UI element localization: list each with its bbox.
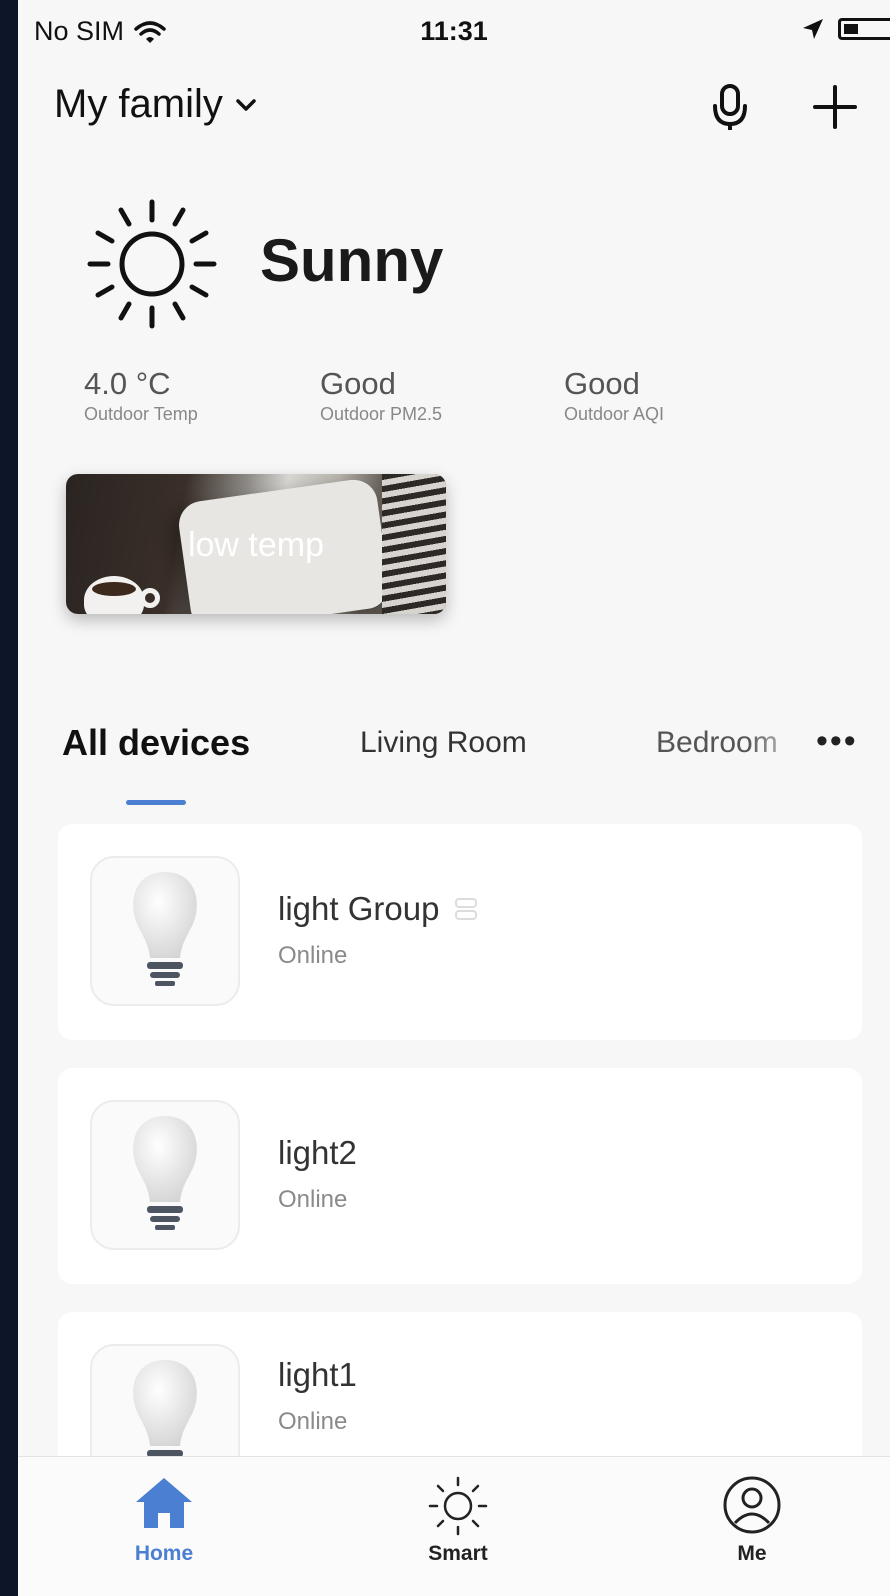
device-name: light1 bbox=[278, 1356, 357, 1393]
stat-value: Good bbox=[320, 366, 396, 401]
nav-smart-label: Smart bbox=[428, 1542, 488, 1565]
status-bar: No SIM 11:31 bbox=[18, 10, 890, 54]
nav-home-label: Home bbox=[134, 1542, 194, 1565]
weather-condition: Sunny bbox=[260, 227, 444, 294]
device-thumbnail bbox=[90, 1100, 240, 1250]
scene-image-cup bbox=[84, 576, 160, 614]
clock: 11:31 bbox=[420, 16, 488, 46]
plus-icon bbox=[813, 85, 857, 129]
profile-icon bbox=[723, 1476, 781, 1534]
light-bulb-icon bbox=[133, 872, 197, 986]
bottom-nav: Home Smart Me bbox=[18, 1456, 890, 1596]
device-thumbnail bbox=[90, 856, 240, 1006]
device-name-row: light Group bbox=[278, 890, 479, 928]
stat-outdoor-temp: 4.0 °C Outdoor Temp bbox=[84, 366, 198, 425]
tab-fade-overlay bbox=[748, 718, 808, 778]
chevron-down-icon bbox=[236, 98, 256, 111]
more-tabs-button[interactable]: ••• bbox=[816, 722, 858, 761]
stat-label: Outdoor Temp bbox=[84, 404, 198, 424]
battery-icon bbox=[838, 18, 890, 40]
device-name: light Group bbox=[278, 890, 440, 927]
nav-me-label: Me bbox=[737, 1542, 767, 1565]
stat-label: Outdoor AQI bbox=[564, 404, 665, 424]
tab-living-room[interactable]: Living Room bbox=[360, 726, 527, 760]
stat-label: Outdoor PM2.5 bbox=[320, 404, 443, 424]
light-bulb-icon bbox=[133, 1116, 197, 1230]
room-tabs: All devices Living Room Bedroom ••• bbox=[18, 718, 890, 808]
status-right bbox=[802, 18, 890, 40]
group-icon bbox=[455, 898, 478, 920]
tab-all-devices[interactable]: All devices bbox=[62, 722, 250, 764]
device-status: Online bbox=[278, 1186, 348, 1213]
device-status: Online bbox=[278, 1408, 348, 1435]
nav-smart[interactable]: Smart bbox=[358, 1475, 558, 1566]
scene-label: low temp bbox=[187, 526, 325, 564]
app-screen: No SIM 11:31 My family Sunny 4.0 °C Outd… bbox=[18, 0, 890, 1596]
device-name-row: light2 bbox=[278, 1134, 357, 1172]
nav-me[interactable]: Me bbox=[652, 1475, 852, 1566]
stat-outdoor-pm25: Good Outdoor PM2.5 bbox=[320, 366, 442, 425]
scene-card-low-temp[interactable]: low temp bbox=[66, 474, 446, 614]
nav-home[interactable]: Home bbox=[64, 1475, 264, 1566]
device-name-row: light1 bbox=[278, 1356, 357, 1394]
home-icon bbox=[136, 1478, 192, 1528]
sun-icon bbox=[87, 199, 217, 329]
family-label: My family bbox=[54, 82, 223, 126]
microphone-icon bbox=[713, 84, 747, 130]
device-card[interactable]: light2 Online bbox=[58, 1068, 862, 1284]
stat-value: 4.0 °C bbox=[84, 366, 171, 401]
family-selector[interactable]: My family bbox=[54, 82, 257, 127]
device-card[interactable]: light Group Online bbox=[58, 824, 862, 1040]
stat-value: Good bbox=[564, 366, 640, 401]
stat-outdoor-aqi: Good Outdoor AQI bbox=[564, 366, 664, 425]
device-status: Online bbox=[278, 942, 348, 969]
device-name: light2 bbox=[278, 1134, 357, 1171]
header: My family bbox=[18, 78, 890, 138]
sun-outline-icon bbox=[428, 1476, 488, 1536]
location-arrow-icon bbox=[803, 19, 823, 39]
voice-button[interactable] bbox=[708, 82, 754, 139]
add-button[interactable] bbox=[812, 84, 858, 135]
active-tab-indicator bbox=[126, 800, 186, 805]
